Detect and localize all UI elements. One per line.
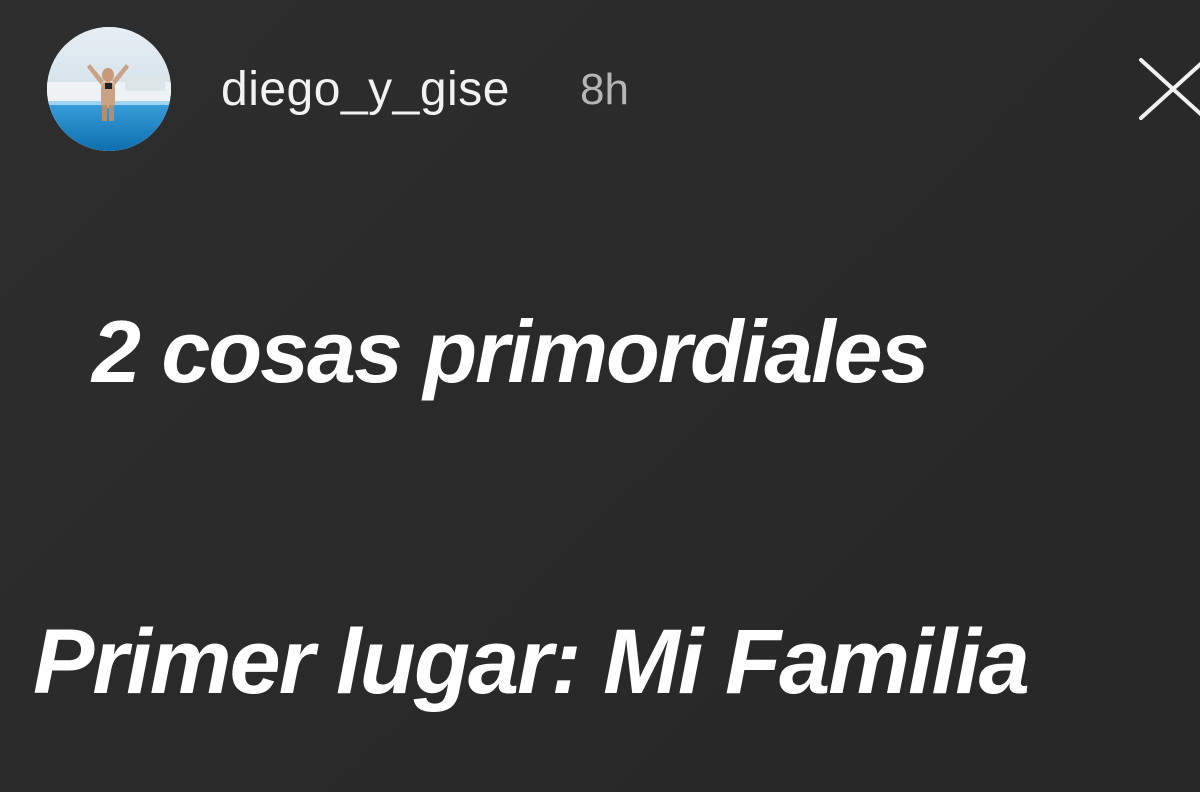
story-username[interactable]: diego_y_gise — [221, 60, 510, 120]
story-viewer[interactable]: diego_y_gise 8h 2 cosas primordiales Pri… — [0, 0, 1200, 792]
story-text-line: 2 cosas primordiales — [92, 302, 930, 401]
close-icon[interactable] — [1135, 52, 1200, 124]
avatar[interactable] — [47, 27, 171, 151]
story-header: diego_y_gise 8h — [0, 0, 1200, 180]
story-text-line: Primer lugar: Mi Familia — [33, 611, 1030, 713]
story-timestamp: 8h — [580, 65, 629, 114]
